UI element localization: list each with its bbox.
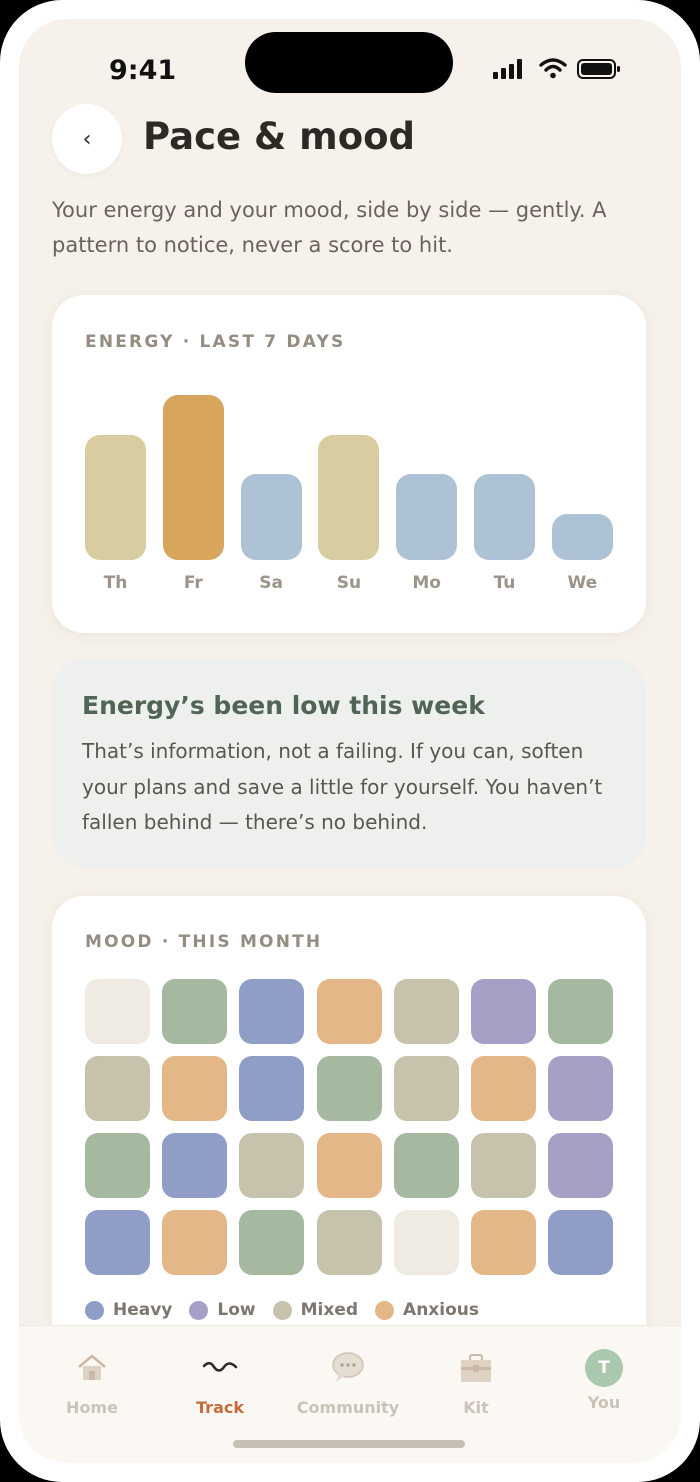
mood-day-tile[interactable] <box>393 1133 459 1198</box>
mood-day-tile[interactable] <box>239 979 305 1044</box>
mood-legend: Heavy Low Mixed Anxious <box>85 1300 496 1320</box>
legend-dot <box>375 1300 395 1320</box>
energy-card: ENERGY · LAST 7 DAYS Th Fr Sa Su Mo Tu We <box>52 295 646 633</box>
mood-day-tile[interactable] <box>239 1210 305 1275</box>
energy-bar <box>318 435 380 560</box>
mood-day-tile[interactable] <box>471 1210 536 1275</box>
tab-community[interactable]: Community <box>283 1326 413 1446</box>
legend-item: Low <box>189 1300 256 1320</box>
tab-home[interactable]: Home <box>27 1326 157 1446</box>
mood-day-tile[interactable] <box>316 1133 382 1198</box>
energy-day-label: Tu <box>493 573 516 593</box>
energy-label: ENERGY · LAST 7 DAYS <box>85 332 346 352</box>
mood-label: MOOD · THIS MONTH <box>85 932 323 952</box>
mood-day-tile[interactable] <box>548 1210 614 1275</box>
wave-icon <box>155 1348 285 1388</box>
toolbox-icon <box>411 1348 541 1388</box>
status-time: 9:41 <box>109 55 177 86</box>
energy-bar <box>396 474 458 560</box>
mood-day-tile[interactable] <box>393 1056 459 1121</box>
tab-kit-label: Kit <box>463 1398 489 1417</box>
energy-bar <box>85 435 146 560</box>
chat-bubble-icon <box>283 1348 413 1388</box>
mood-day-tile[interactable] <box>548 979 614 1044</box>
legend-item: Anxious <box>375 1300 479 1320</box>
tab-home-label: Home <box>66 1398 118 1417</box>
battery-icon <box>577 59 620 79</box>
tab-community-label: Community <box>296 1398 400 1417</box>
legend-item: Heavy <box>85 1300 172 1320</box>
legend-label: Low <box>217 1300 256 1320</box>
tab-kit[interactable]: Kit <box>411 1326 541 1446</box>
mood-day-tile[interactable] <box>85 1056 150 1121</box>
mood-day-tile[interactable] <box>85 1133 150 1198</box>
mood-day-tile[interactable] <box>548 1133 614 1198</box>
avatar-icon: T <box>585 1349 623 1387</box>
home-indicator <box>233 1440 465 1448</box>
energy-day-label: We <box>567 573 598 593</box>
mood-day-tile[interactable] <box>471 1056 536 1121</box>
energy-bar <box>551 514 613 560</box>
mood-day-tile[interactable] <box>162 979 228 1044</box>
legend-item: Mixed <box>272 1300 359 1320</box>
energy-day-label: Fr <box>183 573 203 593</box>
mood-day-tile[interactable] <box>548 1056 614 1121</box>
energy-bar-chart <box>85 395 613 560</box>
legend-label: Mixed <box>300 1300 359 1320</box>
tab-track[interactable]: Track <box>155 1326 285 1446</box>
mood-day-tile[interactable] <box>162 1210 228 1275</box>
mood-day-tile[interactable] <box>239 1056 305 1121</box>
energy-day-label: Sa <box>259 573 283 593</box>
mood-day-tile[interactable] <box>393 979 459 1044</box>
mood-day-tile[interactable] <box>393 1210 459 1275</box>
energy-day-label: Su <box>336 573 362 593</box>
signal-icon <box>493 59 522 79</box>
energy-day-label: Th <box>103 573 128 593</box>
insight-title: Energy’s been low this week <box>82 691 485 720</box>
device-frame: 9:41 ‹ Pace & mood Your energy and your … <box>0 0 700 1482</box>
energy-day-label: Mo <box>412 573 441 593</box>
mood-day-tile[interactable] <box>162 1133 228 1198</box>
insight-card: Energy’s been low this week That’s infor… <box>52 659 646 868</box>
mood-day-tile[interactable] <box>316 1056 382 1121</box>
intro-text: Your energy and your mood, side by side … <box>52 198 607 257</box>
mood-day-tile[interactable] <box>85 1210 150 1275</box>
energy-bar <box>240 474 302 560</box>
mood-card: MOOD · THIS MONTH Heavy Low Mixed Anxious <box>52 896 646 1366</box>
back-button[interactable]: ‹ <box>52 104 122 174</box>
mood-day-tile[interactable] <box>471 1133 536 1198</box>
legend-label: Heavy <box>113 1300 173 1320</box>
mood-day-tile[interactable] <box>471 979 536 1044</box>
chevron-left-icon: ‹ <box>82 126 92 152</box>
house-icon <box>27 1348 157 1388</box>
mood-day-tile[interactable] <box>316 1210 382 1275</box>
mood-day-tile[interactable] <box>239 1133 305 1198</box>
legend-dot <box>189 1300 209 1320</box>
screen: 9:41 ‹ Pace & mood Your energy and your … <box>19 19 681 1463</box>
wifi-icon <box>539 58 567 79</box>
mood-day-tile[interactable] <box>162 1056 228 1121</box>
energy-bar <box>162 395 224 560</box>
energy-bar <box>474 474 535 560</box>
tab-track-label: Track <box>196 1398 244 1417</box>
dynamic-island <box>245 32 453 93</box>
tab-you-label: You <box>587 1393 621 1412</box>
mood-day-tile[interactable] <box>316 979 382 1044</box>
tab-you[interactable]: T You <box>539 1326 669 1446</box>
legend-dot <box>272 1300 292 1320</box>
page-title: Pace & mood <box>143 115 416 158</box>
legend-dot <box>85 1300 104 1320</box>
mood-day-tile[interactable] <box>85 979 150 1044</box>
insight-body: That’s information, not a failing. If yo… <box>82 739 603 834</box>
avatar-icon-wrap: T <box>539 1348 669 1388</box>
legend-label: Anxious <box>403 1300 479 1320</box>
